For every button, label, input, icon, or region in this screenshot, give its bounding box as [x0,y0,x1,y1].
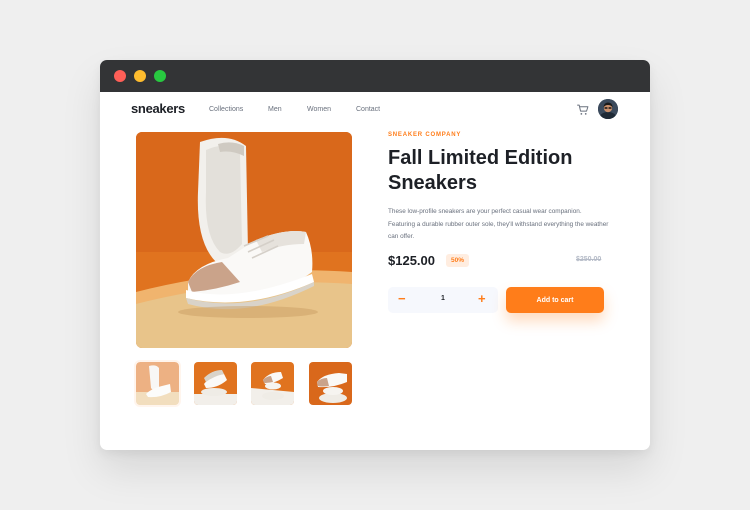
add-to-cart-label: Add to cart [536,296,574,304]
browser-window: sneakers Collections Men Women Contact S… [100,60,650,450]
nav-link-collections[interactable]: Collections [209,106,243,113]
thumbnail-1[interactable] [134,360,181,407]
current-price: $125.00 [388,253,435,268]
avatar-icon [598,99,618,119]
cart-icon[interactable] [577,104,589,116]
maximize-window-button[interactable] [154,70,166,82]
discount-badge: 50% [446,254,470,267]
close-window-button[interactable] [114,70,126,82]
thumbnail-2[interactable] [194,362,237,405]
add-to-cart-button[interactable]: Add to cart [506,287,604,313]
thumbnail-4[interactable] [309,362,352,405]
sneaker-photo [136,132,352,348]
plus-button[interactable]: + [478,291,486,307]
site-logo[interactable]: sneakers [131,101,185,116]
original-price: $250.00 [576,256,602,263]
product-title: Fall Limited Edition Sneakers [388,147,573,194]
title-bar [100,60,650,92]
minimize-window-button[interactable] [134,70,146,82]
avatar[interactable] [598,99,618,119]
company-label: SNEAKER COMPANY [388,132,462,138]
thumbnail-image [309,362,352,405]
quantity-stepper: − 1 + [388,287,498,313]
product-description: These low-profile sneakers are your perf… [388,208,609,240]
nav-link-men[interactable]: Men [268,106,282,113]
nav-link-contact[interactable]: Contact [356,106,380,113]
thumbnail-image [194,362,237,405]
thumbnail-image [251,362,294,405]
thumbnail-image [136,362,179,405]
thumbnail-3[interactable] [251,362,294,405]
top-navigation: sneakers Collections Men Women Contact [100,92,650,130]
nav-link-women[interactable]: Women [307,106,331,113]
main-product-image[interactable] [136,132,352,348]
